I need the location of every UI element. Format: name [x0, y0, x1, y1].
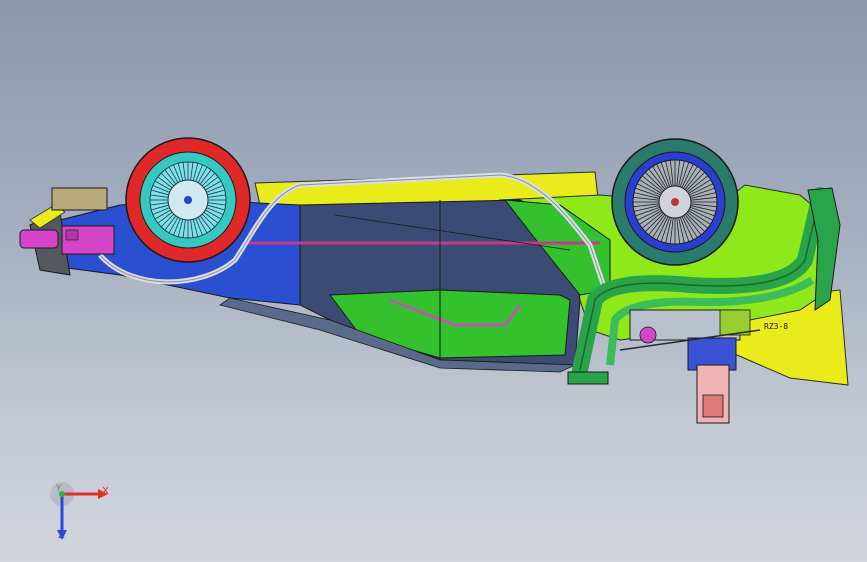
axis-z-label: Z	[58, 530, 65, 541]
front-wheel[interactable]	[125, 137, 251, 263]
car-chassis-model[interactable]	[0, 0, 867, 562]
rear-wheel[interactable]	[611, 138, 739, 266]
front-connector[interactable]	[19, 225, 115, 255]
3d-viewport[interactable]: RZ3-8 X Y Z	[0, 0, 867, 562]
axis-y-label: Y	[56, 484, 62, 494]
rear-bracket	[567, 371, 609, 385]
nose-bracket	[51, 187, 108, 211]
part-label: RZ3-8	[764, 322, 789, 331]
axis-x-label: X	[102, 486, 109, 497]
gearbox-assembly[interactable]	[629, 309, 751, 424]
